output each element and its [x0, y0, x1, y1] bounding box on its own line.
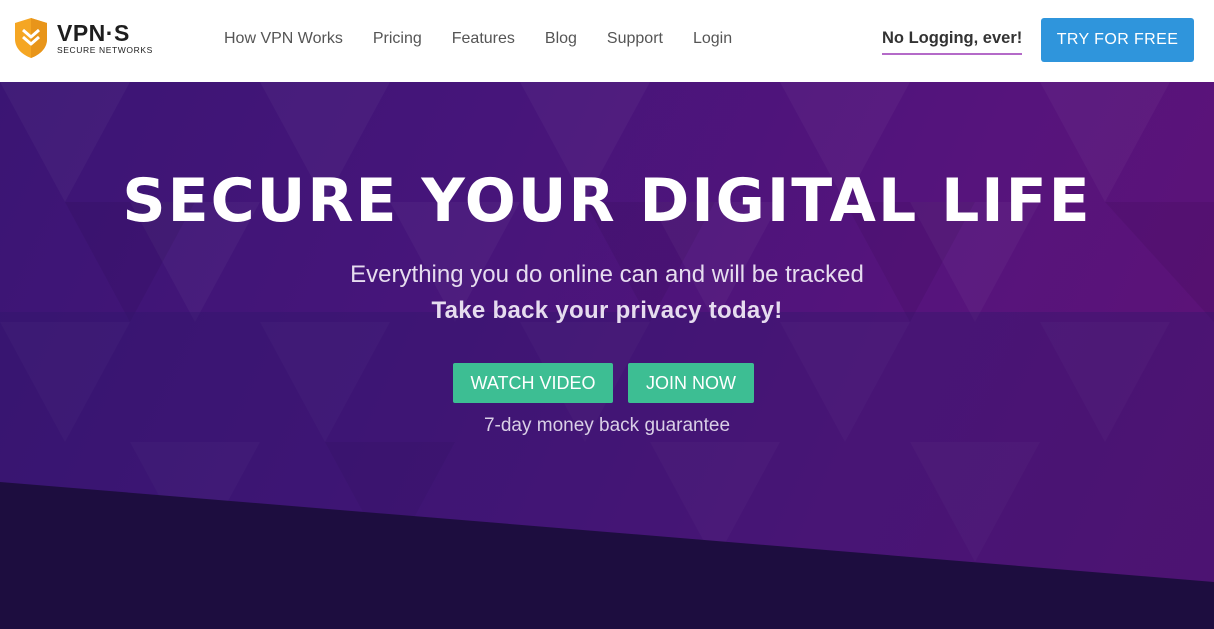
site-header: VPN·S SECURE NETWORKS How VPN Works Pric…: [0, 0, 1214, 82]
shield-chevron-icon: [15, 18, 47, 58]
nav-pricing[interactable]: Pricing: [373, 29, 422, 49]
nav-login[interactable]: Login: [693, 29, 732, 49]
logo-subtitle: SECURE NETWORKS: [57, 45, 153, 55]
nav-blog[interactable]: Blog: [545, 29, 577, 49]
join-now-button[interactable]: JOIN NOW: [628, 363, 754, 403]
nav-features[interactable]: Features: [452, 29, 515, 49]
logo-text: VPN·S SECURE NETWORKS: [57, 21, 153, 55]
no-logging-tagline[interactable]: No Logging, ever!: [882, 28, 1023, 55]
try-for-free-button[interactable]: TRY FOR FREE: [1041, 18, 1194, 62]
hero-subtitle: Everything you do online can and will be…: [350, 261, 864, 288]
nav-support[interactable]: Support: [607, 29, 663, 49]
watch-video-button[interactable]: WATCH VIDEO: [453, 363, 613, 403]
logo-title: VPN·S: [57, 20, 130, 46]
hero-section: SECURE YOUR DIGITAL LIFE Everything you …: [0, 82, 1214, 629]
hero-background-pattern: [0, 202, 1214, 629]
hero-subtitle-bold: Take back your privacy today!: [431, 297, 783, 324]
logo[interactable]: VPN·S SECURE NETWORKS: [14, 17, 153, 59]
money-back-guarantee: 7-day money back guarantee: [483, 415, 731, 436]
main-nav: How VPN Works Pricing Features Blog Supp…: [224, 29, 762, 49]
hero-title: SECURE YOUR DIGITAL LIFE: [122, 166, 1092, 236]
nav-how-vpn-works[interactable]: How VPN Works: [224, 29, 343, 49]
